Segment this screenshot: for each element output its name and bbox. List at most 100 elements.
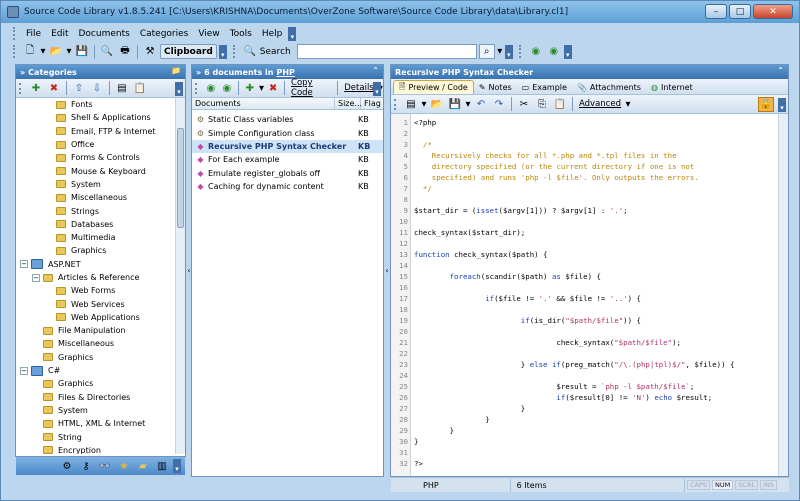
code-line[interactable]: 23 } else if(preg_match("/\.(php|tpl)$/"…	[391, 359, 778, 370]
toolbar-grip[interactable]	[13, 45, 16, 58]
delete-category-icon[interactable]: ✖	[46, 81, 62, 96]
code-line[interactable]: 4 Recursively checks for all *.php and *…	[391, 150, 778, 161]
document-row[interactable]: ◆ Caching for dynamic content KB	[192, 180, 383, 193]
nav-overflow-icon[interactable]: ▾	[563, 44, 572, 59]
dropdown-arrow-icon[interactable]: ▾	[259, 81, 264, 96]
category-tree-item[interactable]: System	[16, 178, 175, 191]
print-icon[interactable]: 🖶	[117, 44, 133, 59]
save-icon[interactable]: 💾	[447, 97, 463, 112]
column-size[interactable]: Size...	[335, 98, 362, 109]
document-row[interactable]: ⚙ Static Class variables KB	[192, 113, 383, 126]
category-scrollbar[interactable]	[175, 98, 185, 454]
code-line[interactable]: 15 foreach(scandir($path) as $file) {	[391, 271, 778, 282]
close-button[interactable]: ✕	[753, 4, 793, 19]
settings-icon[interactable]: ⚙	[59, 459, 75, 474]
category-tree-item[interactable]: Miscellaneous	[16, 191, 175, 204]
forward-circle-icon[interactable]: ◉	[220, 81, 234, 96]
categories-view-icon[interactable]: ▥	[154, 459, 170, 474]
category-tree-item[interactable]: Graphics	[16, 377, 175, 390]
print-preview-icon[interactable]: 🔍	[99, 44, 115, 59]
documents-category-link[interactable]: PHP	[276, 68, 294, 77]
document-row[interactable]: ⚙ Simple Configuration class KB	[192, 126, 383, 139]
collapse-icon[interactable]: −	[20, 260, 28, 269]
clipboard-button[interactable]: Clipboard	[160, 44, 217, 59]
redo-icon[interactable]: ↷	[491, 97, 507, 112]
code-line[interactable]: 29 }	[391, 425, 778, 436]
category-tree-item[interactable]: Web Applications	[16, 311, 175, 324]
details-button[interactable]: Details	[342, 83, 375, 93]
editor-overflow-icon[interactable]: ▾	[778, 98, 786, 112]
code-line[interactable]: 28 }	[391, 414, 778, 425]
minimize-button[interactable]: –	[705, 4, 727, 19]
code-line[interactable]: 19 if(is_dir("$path/$file")) {	[391, 315, 778, 326]
code-line[interactable]: 25 $result = `php -l $path/$file`;	[391, 381, 778, 392]
dropdown-arrow-icon[interactable]: ▾	[625, 97, 631, 112]
delete-document-icon[interactable]: ✖	[266, 81, 280, 96]
code-line[interactable]: 22	[391, 348, 778, 359]
binoculars-icon[interactable]: 👓	[97, 459, 113, 474]
collapse-icon[interactable]: −	[20, 366, 28, 375]
copy-code-button[interactable]: Copy Code	[289, 78, 333, 98]
panel-pin-icon[interactable]: ⌃	[372, 66, 379, 75]
code-line[interactable]: 5 directory specified (or the current di…	[391, 161, 778, 172]
dropdown-arrow-icon[interactable]: ▾	[465, 97, 471, 112]
category-tree-item[interactable]: String	[16, 430, 175, 443]
panel-pin-icon[interactable]: 📁	[171, 66, 181, 75]
category-tree-item[interactable]: Encryption	[16, 444, 175, 454]
code-line[interactable]: 1 <?php	[391, 117, 778, 128]
category-tree-item[interactable]: Mouse & Keyboard	[16, 164, 175, 177]
maximize-button[interactable]: □	[729, 4, 751, 19]
code-line[interactable]: 12	[391, 238, 778, 249]
copy-icon[interactable]: ⎘	[534, 97, 550, 112]
category-tree-item[interactable]: Strings	[16, 204, 175, 217]
column-flag[interactable]: Flag	[361, 98, 383, 109]
category-tree-item[interactable]: − ASP.NET	[16, 258, 175, 271]
menu-categories[interactable]: Categories	[136, 29, 193, 39]
code-line[interactable]: 7 */	[391, 183, 778, 194]
category-tree-item[interactable]: Web Services	[16, 297, 175, 310]
category-tree-item[interactable]: Shell & Applications	[16, 111, 175, 124]
dropdown-arrow-icon[interactable]: ▾	[421, 97, 427, 112]
code-line[interactable]: 27 }	[391, 403, 778, 414]
search-overflow-icon[interactable]: ▾	[504, 44, 513, 59]
menu-documents[interactable]: Documents	[75, 29, 134, 39]
add-document-icon[interactable]: ✚	[243, 81, 257, 96]
categories-overflow-icon[interactable]: ▾	[175, 82, 183, 96]
code-line[interactable]: 17 if($file != '.' && $file != '..') {	[391, 293, 778, 304]
open-folder-icon[interactable]: 📂	[48, 44, 64, 59]
undo-icon[interactable]: ↶	[473, 97, 489, 112]
code-line[interactable]: 18	[391, 304, 778, 315]
code-line[interactable]: 9 $start_dir = (isset($argv[1])) ? $argv[…	[391, 205, 778, 216]
menu-file[interactable]: File	[22, 29, 45, 39]
code-line[interactable]: 20	[391, 326, 778, 337]
tab-notes[interactable]: ✎ Notes	[474, 80, 517, 94]
back-circle-icon[interactable]: ◉	[528, 44, 544, 59]
category-tree-item[interactable]: Web Forms	[16, 284, 175, 297]
category-tree-item[interactable]: Miscellaneous	[16, 337, 175, 350]
dropdown-arrow-icon[interactable]: ▾	[497, 44, 503, 59]
code-line[interactable]: 32 ?>	[391, 458, 778, 469]
new-document-icon[interactable]: 🗋	[22, 44, 38, 59]
code-line[interactable]: 3 /*	[391, 139, 778, 150]
category-tree-item[interactable]: Graphics	[16, 351, 175, 364]
advanced-menu[interactable]: Advanced	[577, 99, 623, 109]
category-tree-item[interactable]: Files & Directories	[16, 391, 175, 404]
toolbar-overflow-icon[interactable]: ▾	[218, 44, 227, 59]
category-tree-item[interactable]: File Manipulation	[16, 324, 175, 337]
collapse-icon[interactable]: −	[32, 273, 40, 282]
code-line[interactable]: 31	[391, 447, 778, 458]
category-tree-item[interactable]: Fonts	[16, 98, 175, 111]
category-scroll-thumb[interactable]	[177, 128, 184, 228]
key-icon[interactable]: ⚷	[78, 459, 94, 474]
code-line[interactable]: 14	[391, 260, 778, 271]
open-folder-icon[interactable]: 📂	[429, 97, 445, 112]
move-down-icon[interactable]: ⇩	[89, 81, 105, 96]
add-category-icon[interactable]: ✚	[28, 81, 44, 96]
paste-icon[interactable]: 📋	[552, 97, 568, 112]
tab-attachments[interactable]: 📎 Attachments	[572, 80, 646, 94]
code-line[interactable]: 16	[391, 282, 778, 293]
tools-icon[interactable]: ⚒	[142, 44, 158, 59]
code-line[interactable]: 11 check_syntax($start_dir);	[391, 227, 778, 238]
category-tree-item[interactable]: HTML, XML & Internet	[16, 417, 175, 430]
forward-circle-icon[interactable]: ◉	[546, 44, 562, 59]
